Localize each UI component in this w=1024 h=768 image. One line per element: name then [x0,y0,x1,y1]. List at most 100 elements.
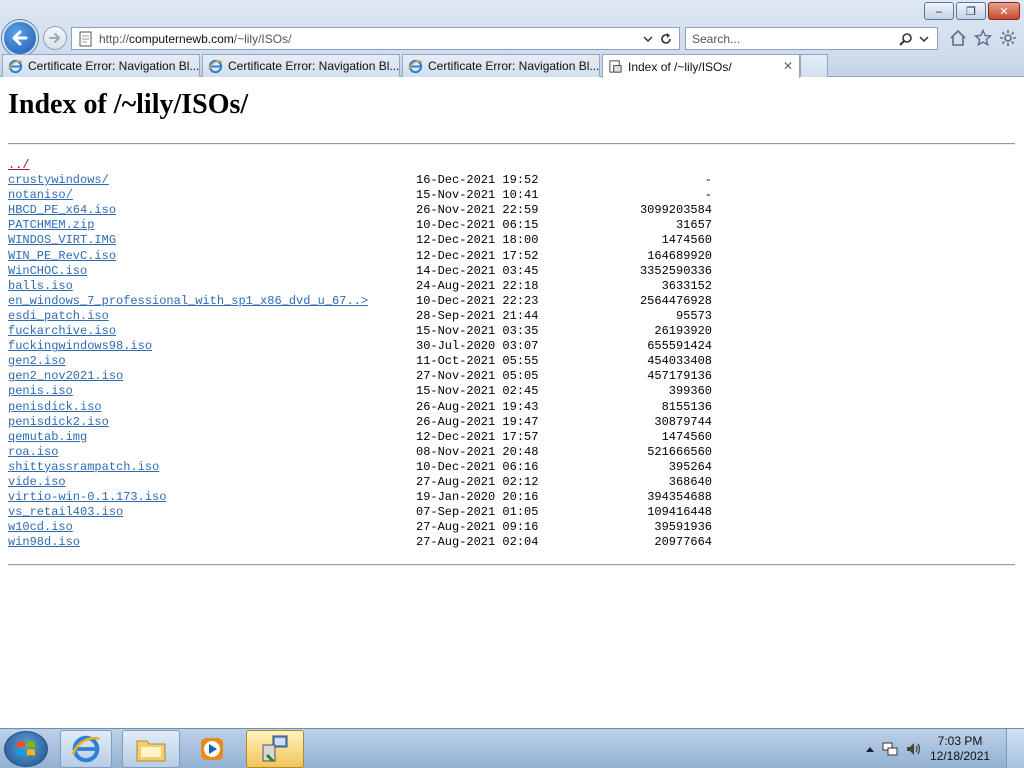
search-icon[interactable] [897,30,915,48]
parent-directory-link[interactable]: ../ [8,158,30,173]
page-title: Index of /~lily/ISOs/ [8,89,249,120]
tab-certificate-error-1[interactable]: Certificate Error: Navigation Bl... [2,54,200,77]
modified-date: 07-Sep-2021 01:05 [416,505,539,520]
file-size: 26193920 [654,324,712,339]
search-dropdown-icon[interactable] [915,30,933,48]
listing-row: w10cd.iso 27-Aug-2021 09:16 39591936 [8,520,728,535]
file-link[interactable]: gen2_nov2021.iso [8,369,123,384]
show-desktop-button[interactable] [1006,729,1024,768]
file-link[interactable]: w10cd.iso [8,520,73,535]
taskbar-media-player-button[interactable] [186,730,238,768]
file-link[interactable]: vide.iso [8,475,66,490]
settings-gear-icon[interactable] [998,28,1018,48]
system-tray [862,733,926,765]
file-size: - [704,188,712,203]
listing-row: vs_retail403.iso 07-Sep-2021 01:05 1094164… [8,505,728,520]
url-scheme: http:// [99,31,130,46]
modified-date: 08-Nov-2021 20:48 [416,444,539,459]
file-link[interactable]: gen2.iso [8,354,66,369]
file-link[interactable]: shittyassrampatch.iso [8,460,159,475]
listing-row: WIN_PE_RevC.iso 12-Dec-2021 17:52 16468992… [8,249,728,264]
listing-row: WINDOS_VIRT.IMG 12-Dec-2021 18:00 1474560 [8,233,728,248]
file-link[interactable]: penisdick.iso [8,400,102,415]
file-link[interactable]: virtio-win-0.1.173.iso [8,490,166,505]
favorites-star-icon[interactable] [973,28,993,48]
modified-date: 27-Nov-2021 05:05 [416,369,539,384]
search-box[interactable] [685,27,938,50]
modified-date: 12-Dec-2021 18:00 [416,233,539,248]
modified-date: 15-Nov-2021 03:35 [416,324,539,339]
tab-certificate-error-2[interactable]: Certificate Error: Navigation Bl... [202,54,400,77]
file-link[interactable]: notaniso/ [8,188,73,203]
tab-index-of-isos[interactable]: Index of /~lily/ISOs/ ✕ [602,54,800,78]
file-link[interactable]: penisdick2.iso [8,415,109,430]
modified-date: 30-Jul-2020 03:07 [416,339,539,354]
modified-date: 26-Aug-2021 19:43 [416,399,539,414]
ie-icon [71,735,101,763]
file-link[interactable]: balls.iso [8,279,73,294]
file-link[interactable]: qemutab.img [8,430,87,445]
file-link[interactable]: fuckingwindows98.iso [8,339,152,354]
file-size: 1474560 [661,429,712,444]
explorer-folder-icon [136,740,166,762]
modified-date: 28-Sep-2021 21:44 [416,308,539,323]
file-link[interactable]: esdi_patch.iso [8,309,109,324]
system-clock[interactable]: 7:03 PM 12/18/2021 [930,734,990,764]
listing-row: fuckarchive.iso 15-Nov-2021 03:35 26193920 [8,324,728,339]
directory-listing: ../crustywindows/16-Dec-2021 19:52- notan… [8,158,728,550]
file-link[interactable]: HBCD_PE_x64.iso [8,203,116,218]
modified-date: 12-Dec-2021 17:52 [416,248,539,263]
new-tab-button[interactable] [800,54,828,77]
listing-row: qemutab.img 12-Dec-2021 17:57 1474560 [8,430,728,445]
forward-button[interactable] [43,26,67,50]
modified-date: 26-Aug-2021 19:47 [416,414,539,429]
back-button[interactable] [2,20,38,56]
close-tab-icon[interactable]: ✕ [783,59,793,73]
media-player-icon [201,738,223,760]
file-link[interactable]: crustywindows/ [8,173,109,188]
listing-row: virtio-win-0.1.173.iso 19-Jan-2020 20:16 3… [8,490,728,505]
file-link[interactable]: win98d.iso [8,535,80,550]
refresh-icon[interactable] [657,30,675,48]
listing-row: crustywindows/16-Dec-2021 19:52 - [8,173,728,188]
search-input[interactable] [686,28,897,49]
close-window-button[interactable]: ✕ [988,2,1020,20]
file-size: 457179136 [647,369,712,384]
address-dropdown-icon[interactable] [639,30,657,48]
browser-toolbar: ‒ ❐ ✕ http://computernewb.com/~lily/ISOs… [0,0,1024,56]
taskbar-network-setup-button[interactable] [246,730,304,768]
ie-icon [407,58,424,75]
home-icon[interactable] [948,28,968,48]
taskbar-ie-button[interactable] [60,730,112,768]
file-link[interactable]: WinCHOC.iso [8,264,87,279]
url-text[interactable]: http://computernewb.com/~lily/ISOs/ [99,32,639,46]
file-link[interactable]: en_windows_7_professional_with_sp1_x86_d… [8,294,368,309]
modified-date: 15-Nov-2021 10:41 [416,188,539,203]
modified-date: 24-Aug-2021 22:18 [416,278,539,293]
forward-arrow-icon [49,33,60,43]
listing-row: WinCHOC.iso 14-Dec-2021 03:45 3352590336 [8,264,728,279]
taskbar-explorer-button[interactable] [122,730,180,768]
file-size: 39591936 [654,520,712,535]
file-size: 20977664 [654,535,712,550]
network-icon[interactable] [878,740,902,758]
start-button[interactable] [4,731,48,767]
show-hidden-icons-icon[interactable] [862,745,878,753]
file-link[interactable]: penis.iso [8,384,73,399]
listing-row: balls.iso 24-Aug-2021 22:18 3633152 [8,279,728,294]
tab-certificate-error-3[interactable]: Certificate Error: Navigation Bl... [402,54,600,77]
file-link[interactable]: WINDOS_VIRT.IMG [8,233,116,248]
volume-icon[interactable] [902,740,926,758]
address-bar[interactable]: http://computernewb.com/~lily/ISOs/ [71,27,680,50]
tab-label: Certificate Error: Navigation Bl... [428,59,600,73]
file-link[interactable]: vs_retail403.iso [8,505,123,520]
maximize-button[interactable]: ❐ [956,2,986,20]
file-link[interactable]: WIN_PE_RevC.iso [8,249,116,264]
tab-label: Index of /~lily/ISOs/ [628,59,732,74]
ie-icon [7,58,24,75]
minimize-button[interactable]: ‒ [924,2,954,20]
file-link[interactable]: PATCHMEM.zip [8,218,94,233]
file-link[interactable]: fuckarchive.iso [8,324,116,339]
file-size: 368640 [668,474,712,489]
file-link[interactable]: roa.iso [8,445,58,460]
